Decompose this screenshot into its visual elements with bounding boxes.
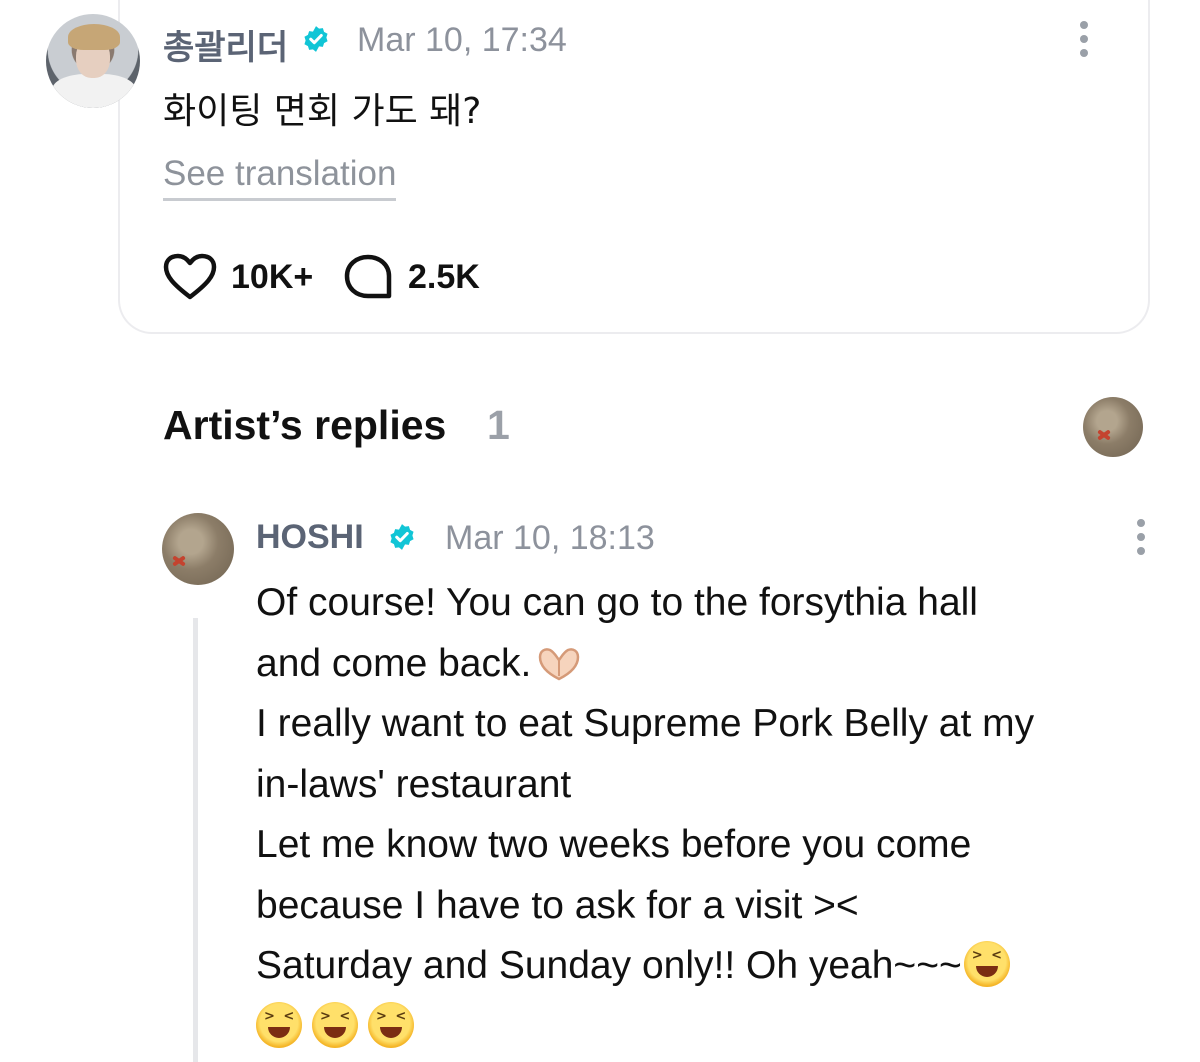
post-author-name[interactable]: 총괄리더	[163, 20, 288, 69]
heart-hands-emoji	[537, 640, 581, 680]
reply-line: I really want to eat Supreme Pork Belly …	[256, 702, 1035, 745]
reply-line: because I have to ask for a visit ><	[256, 883, 859, 927]
like-count: 10K+	[231, 258, 314, 296]
laughing-emoji: > <	[312, 1001, 358, 1048]
reply-line: and come back.	[256, 641, 532, 685]
reply-timestamp: Mar 10, 18:13	[445, 519, 655, 557]
avatar-hair	[68, 24, 120, 50]
more-options-icon[interactable]	[1079, 21, 1089, 61]
reply-text: Of course! You can go to the forsythia h…	[256, 573, 1156, 1057]
reply-line: Let me know two weeks before you come	[256, 823, 972, 866]
laughing-emoji: > <	[256, 1001, 302, 1048]
reply-author-avatar[interactable]	[162, 513, 234, 585]
post-timestamp: Mar 10, 17:34	[357, 21, 567, 59]
post-author-avatar[interactable]	[46, 14, 140, 108]
comment-count: 2.5K	[408, 258, 480, 296]
verified-badge-icon	[390, 524, 414, 550]
emoji-row: > < > < > <	[256, 997, 1156, 1058]
artist-replies-count: 1	[487, 402, 510, 448]
reply-line-with-emoji: Saturday and Sunday only!! Oh yeah~~~ > <	[256, 936, 1156, 997]
artist-avatar-small[interactable]	[1083, 397, 1143, 457]
more-options-icon[interactable]	[1136, 519, 1146, 559]
heart-icon[interactable]	[163, 253, 217, 301]
reply-line-with-emoji: and come back.	[256, 634, 1156, 695]
laughing-emoji: > <	[963, 941, 1010, 987]
reply-line: Of course! You can go to the forsythia h…	[256, 581, 978, 624]
post-text: 화이팅 면회 가도 돼?	[163, 91, 482, 132]
reply-line: in-laws' restaurant	[256, 762, 572, 806]
reply-thread-line	[193, 618, 198, 1062]
artist-replies-title: Artist’s replies	[163, 402, 447, 448]
reply-author-name[interactable]: HOSHI	[256, 518, 364, 557]
comment-icon[interactable]	[342, 253, 394, 301]
verified-badge-icon	[304, 26, 328, 52]
laughing-emoji: > <	[368, 1001, 414, 1048]
avatar-shirt	[52, 74, 136, 108]
reply-line: Saturday and Sunday only!! Oh yeah~~~	[256, 944, 962, 987]
see-translation-link[interactable]: See translation	[163, 154, 397, 201]
